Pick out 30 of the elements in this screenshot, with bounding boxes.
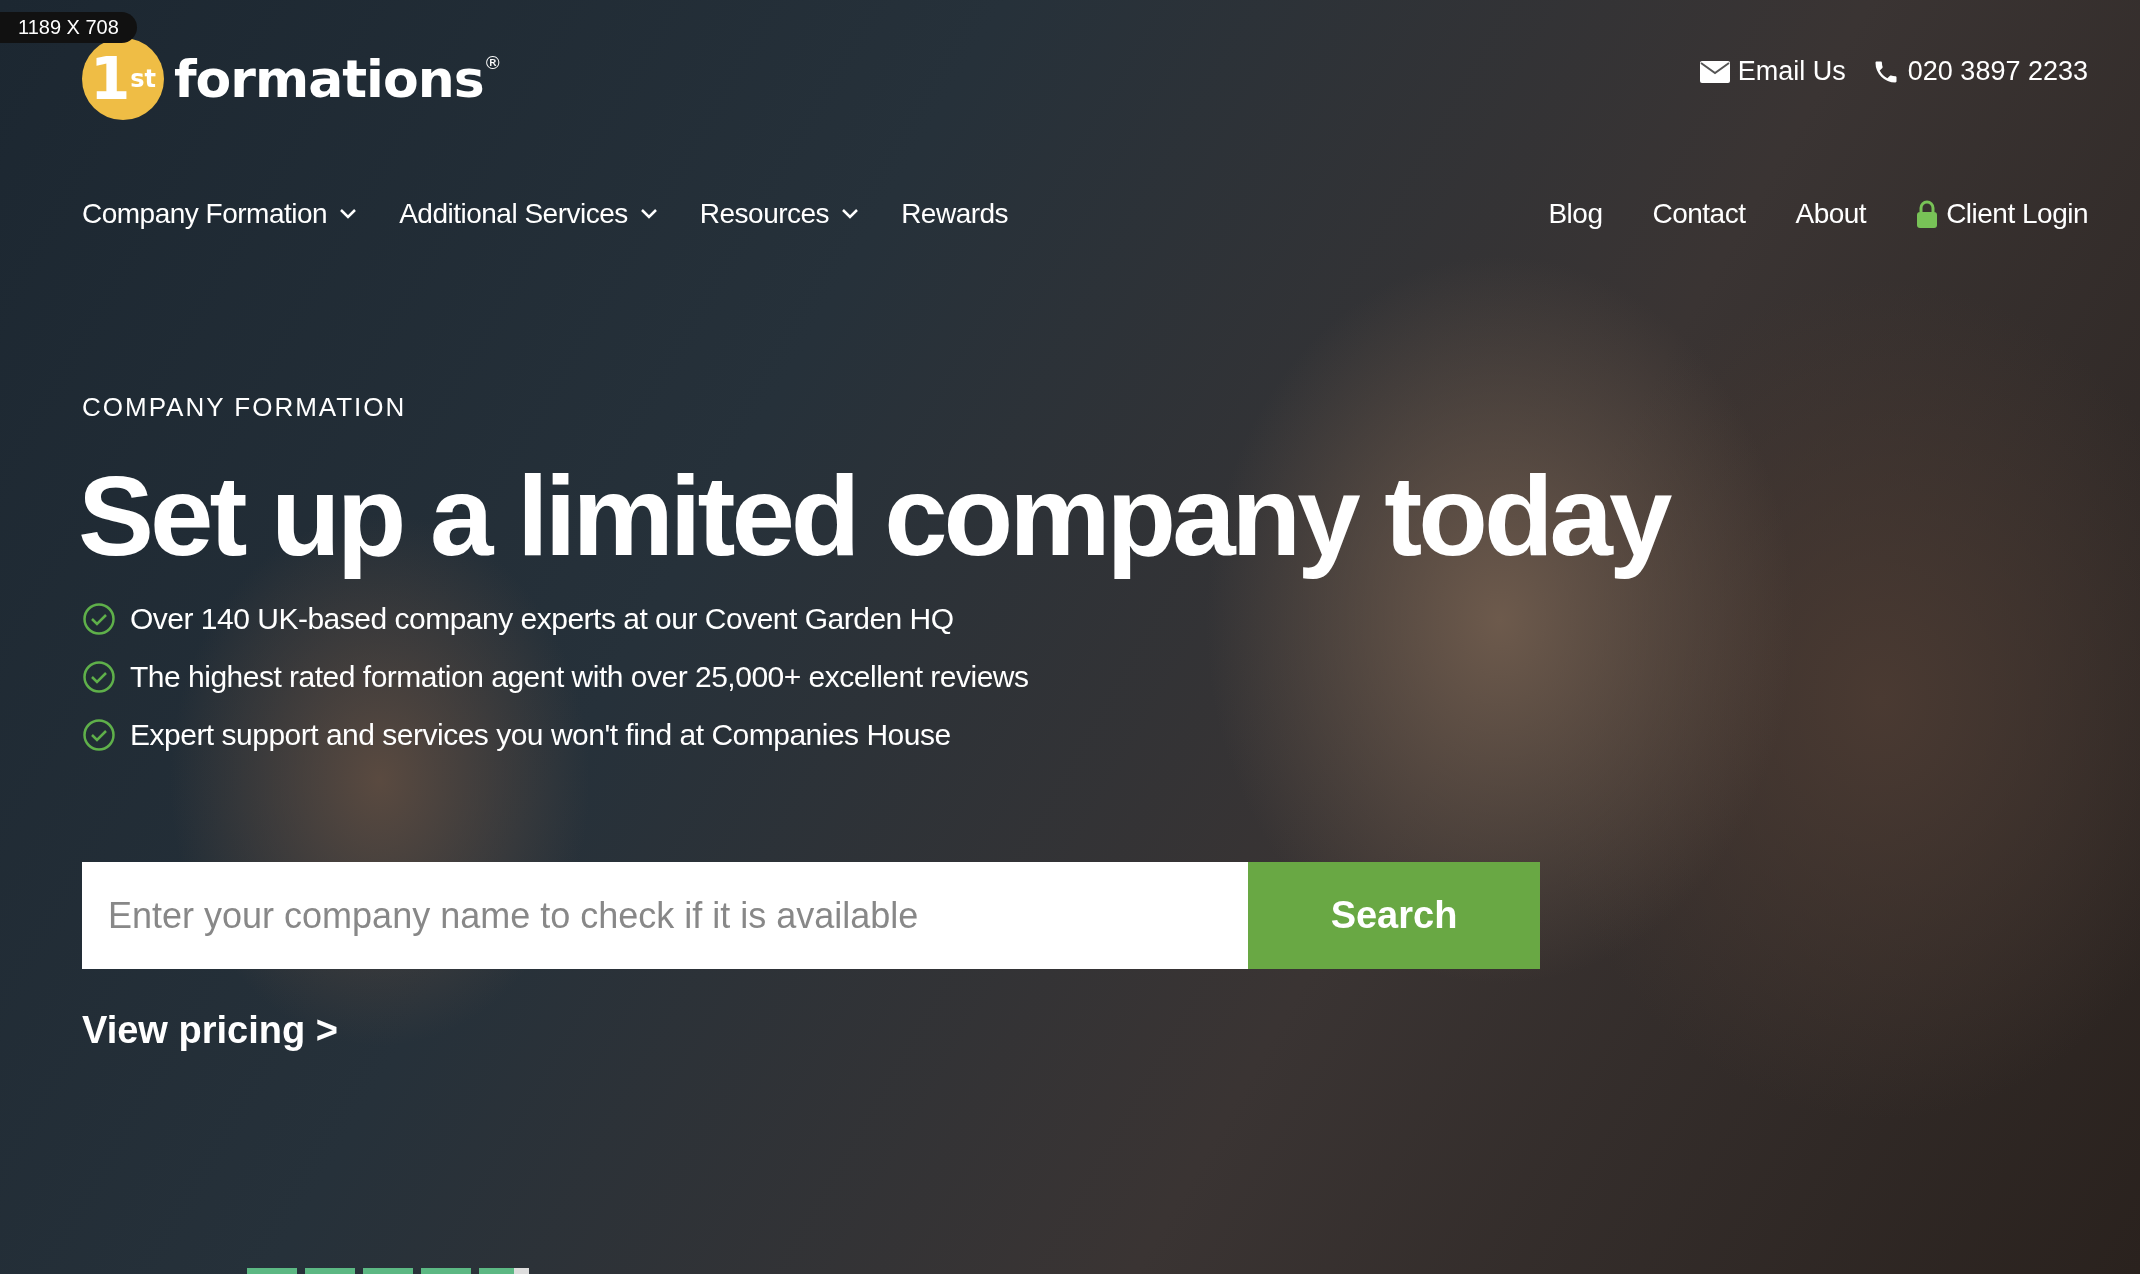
feature-text: Expert support and services you won't find at Companies House <box>130 718 951 753</box>
feature-text: Over 140 UK-based company experts at our Covent Garden HQ <box>130 602 954 637</box>
rating-star <box>305 1268 355 1274</box>
nav-menu-item[interactable]: Resources <box>699 198 860 230</box>
rating-star <box>421 1268 471 1274</box>
logo-wordmark[interactable]: formations$^{®}$ <box>174 49 501 109</box>
nav-menu-item[interactable]: Additional Services <box>399 198 658 230</box>
chevron-down-icon <box>339 208 358 220</box>
size-badge: 1189 X 708 <box>0 12 137 43</box>
chevron-down-icon <box>639 208 658 220</box>
chevron-down-icon <box>841 208 860 220</box>
check-circle-icon <box>82 602 116 637</box>
check-circle-icon <box>82 660 116 695</box>
nav-menu-item[interactable]: Company Formation <box>82 198 358 230</box>
view-pricing-link[interactable]: View pricing > <box>82 1009 338 1053</box>
rating-star <box>363 1268 413 1274</box>
lock-icon <box>1916 200 1939 228</box>
company-name-input[interactable]: Enter your company name to check if it is available <box>82 862 1248 970</box>
nav-menu-item[interactable]: Rewards <box>901 198 1009 230</box>
nav-link[interactable]: About <box>1795 198 1867 230</box>
feature-text: The highest rated formation agent with over 25,000+ excellent reviews <box>130 660 1029 695</box>
rating-star <box>247 1268 297 1274</box>
email-link[interactable]: Email Us <box>1699 56 1846 87</box>
hero-title: Set up a limited company today <box>78 453 1671 579</box>
phone-link[interactable]: 020 3897 2233 <box>1871 56 2088 87</box>
client-login-link[interactable]: Client Login <box>1916 198 2088 230</box>
nav-link[interactable]: Blog <box>1548 198 1603 230</box>
eyebrow-label: COMPANY FORMATION <box>82 392 408 423</box>
check-circle-icon <box>82 718 116 753</box>
nav-link[interactable]: Contact <box>1652 198 1746 230</box>
